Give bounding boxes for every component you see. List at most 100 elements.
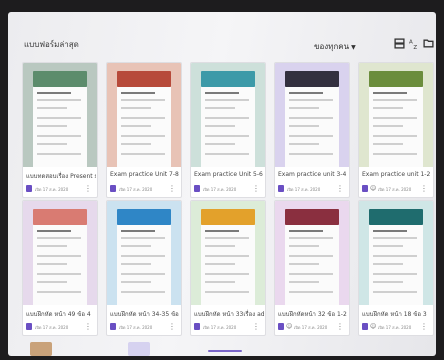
form-thumbnail	[23, 201, 97, 305]
form-card[interactable]: Exam practice Unit 5-6 เปิด 17 ส.ค. 2020 ⋮	[190, 62, 266, 198]
form-meta: เปิด 17 ส.ค. 2020 ⋮	[110, 322, 180, 331]
google-forms-icon	[110, 323, 116, 330]
form-meta: เปิด 17 ส.ค. 2020 ⋮	[194, 322, 264, 331]
shared-people-icon: ☺	[370, 323, 377, 330]
more-options-icon[interactable]: ⋮	[252, 322, 260, 331]
form-title: แบบทดสอบเรื่อง Present si...	[26, 173, 96, 180]
grid-view-icon[interactable]	[394, 38, 405, 49]
more-options-icon[interactable]: ⋮	[84, 184, 92, 193]
form-card[interactable]: แบบฝึกหัด หน้า 18 ข้อ 3 ☺ เปิด 17 ส.ค. 202…	[358, 200, 434, 336]
form-header-banner	[285, 209, 339, 225]
next-row-peek	[8, 340, 436, 356]
form-header-banner	[117, 209, 171, 225]
last-opened-date: เปิด 17 ส.ค. 2020	[294, 325, 328, 330]
form-title: Exam practice Unit 7-8	[110, 171, 179, 178]
form-card[interactable]: แบบทดสอบเรื่อง Present si... เปิด 17 ส.ค.…	[22, 62, 98, 198]
form-card[interactable]: แบบฝึกหัดหน้า 32 ข้อ 1-2 ☺ เปิด 17 ส.ค. 20…	[274, 200, 350, 336]
owner-filter-dropdown[interactable]: ของทุกคน ▼	[314, 40, 356, 53]
form-preview-page	[285, 87, 339, 167]
folder-icon[interactable]	[423, 38, 434, 49]
form-preview-page	[369, 87, 423, 167]
form-thumbnail-peek	[128, 342, 150, 356]
form-title: แบบฝึกหัด หน้า 34-35 ข้อ 1...	[110, 311, 180, 318]
more-options-icon[interactable]: ⋮	[252, 184, 260, 193]
more-options-icon[interactable]: ⋮	[336, 322, 344, 331]
form-thumbnail-peek	[208, 350, 242, 352]
form-meta: ☺ เปิด 17 ส.ค. 2020 ⋮	[362, 184, 432, 193]
more-options-icon[interactable]: ⋮	[420, 184, 428, 193]
form-card[interactable]: แบบฝึกหัด หน้า 49 ข้อ 4 เปิด 17 ส.ค. 2020…	[22, 200, 98, 336]
form-title: แบบฝึกหัดหน้า 32 ข้อ 1-2	[278, 311, 347, 318]
google-forms-icon	[26, 185, 32, 192]
form-thumbnail	[359, 63, 433, 167]
svg-text:A: A	[409, 40, 413, 46]
form-title: Exam practice unit 1-2	[362, 171, 431, 178]
last-opened-date: เปิด 17 ส.ค. 2020	[378, 187, 412, 192]
google-forms-icon	[26, 323, 32, 330]
form-preview-page	[201, 87, 255, 167]
form-thumbnail	[191, 201, 265, 305]
form-thumbnail	[191, 63, 265, 167]
more-options-icon[interactable]: ⋮	[84, 322, 92, 331]
shared-people-icon: ☺	[286, 323, 293, 330]
google-forms-icon	[362, 185, 368, 192]
form-preview-page	[285, 225, 339, 305]
shared-people-icon: ☺	[370, 185, 377, 192]
form-preview-page	[201, 225, 255, 305]
form-thumbnail-peek	[30, 342, 52, 356]
form-card[interactable]: Exam practice Unit 7-8 เปิด 17 ส.ค. 2020 ⋮	[106, 62, 182, 198]
form-title: Exam practice unit 3-4	[278, 171, 347, 178]
form-header-banner	[33, 71, 87, 87]
form-meta: เปิด 17 ส.ค. 2020 ⋮	[26, 184, 96, 193]
form-card[interactable]: Exam practice unit 3-4 เปิด 17 ส.ค. 2020 ⋮	[274, 62, 350, 198]
form-title: แบบฝึกหัด หน้า 18 ข้อ 3	[362, 311, 427, 318]
form-thumbnail	[107, 63, 181, 167]
last-opened-date: เปิด 17 ส.ค. 2020	[203, 187, 237, 192]
form-header-banner	[201, 209, 255, 225]
form-thumbnail	[359, 201, 433, 305]
form-header-banner	[201, 71, 255, 87]
sort-az-icon[interactable]: A Z	[409, 38, 420, 50]
svg-text:Z: Z	[413, 45, 417, 49]
google-forms-icon	[194, 185, 200, 192]
form-meta: เปิด 17 ส.ค. 2020 ⋮	[194, 184, 264, 193]
more-options-icon[interactable]: ⋮	[168, 322, 176, 331]
form-meta: ☺ เปิด 17 ส.ค. 2020 ⋮	[362, 322, 432, 331]
form-header-banner	[285, 71, 339, 87]
form-meta: เปิด 17 ส.ค. 2020 ⋮	[278, 184, 348, 193]
form-thumbnail	[23, 63, 97, 167]
form-header-banner	[33, 209, 87, 225]
form-meta: ☺ เปิด 17 ส.ค. 2020 ⋮	[278, 322, 348, 331]
form-card[interactable]: Exam practice unit 1-2 ☺ เปิด 17 ส.ค. 2020…	[358, 62, 434, 198]
form-preview-page	[117, 225, 171, 305]
form-preview-page	[33, 225, 87, 305]
form-card[interactable]: แบบฝึกหัด หน้า 34-35 ข้อ 1... เปิด 17 ส.ค…	[106, 200, 182, 336]
form-title: แบบฝึกหัด หน้า 33เรื่อง adje...	[194, 311, 264, 318]
google-forms-icon	[278, 323, 284, 330]
more-options-icon[interactable]: ⋮	[336, 184, 344, 193]
google-forms-icon	[362, 323, 368, 330]
dropdown-caret-icon: ▼	[351, 44, 356, 51]
form-title: Exam practice Unit 5-6	[194, 171, 263, 178]
more-options-icon[interactable]: ⋮	[420, 322, 428, 331]
form-thumbnail	[275, 201, 349, 305]
last-opened-date: เปิด 17 ส.ค. 2020	[35, 325, 69, 330]
form-header-banner	[369, 209, 423, 225]
last-opened-date: เปิด 17 ส.ค. 2020	[119, 187, 153, 192]
google-forms-icon	[110, 185, 116, 192]
form-title: แบบฝึกหัด หน้า 49 ข้อ 4	[26, 311, 91, 318]
more-options-icon[interactable]: ⋮	[168, 184, 176, 193]
owner-filter-label: ของทุกคน	[314, 42, 350, 51]
form-card[interactable]: แบบฝึกหัด หน้า 33เรื่อง adje... เปิด 17 ส…	[190, 200, 266, 336]
last-opened-date: เปิด 17 ส.ค. 2020	[378, 325, 412, 330]
last-opened-date: เปิด 17 ส.ค. 2020	[35, 187, 69, 192]
google-forms-icon	[194, 323, 200, 330]
form-preview-page	[33, 87, 87, 167]
form-header-banner	[117, 71, 171, 87]
form-header-banner	[369, 71, 423, 87]
form-preview-page	[117, 87, 171, 167]
last-opened-date: เปิด 17 ส.ค. 2020	[287, 187, 321, 192]
google-forms-screen: แบบฟอร์มล่าสุด ของทุกคน ▼ A Z แบบทดสอบเรื…	[8, 12, 436, 356]
form-thumbnail	[275, 63, 349, 167]
form-meta: เปิด 17 ส.ค. 2020 ⋮	[110, 184, 180, 193]
